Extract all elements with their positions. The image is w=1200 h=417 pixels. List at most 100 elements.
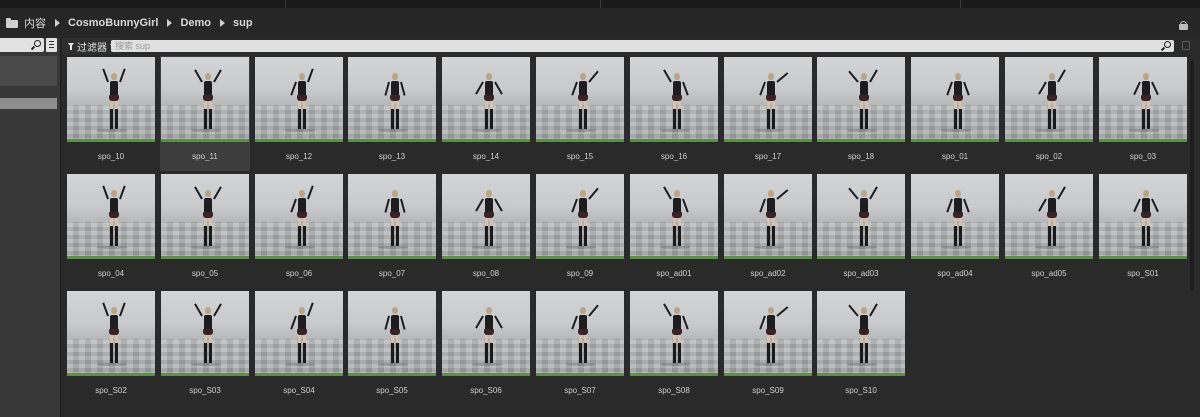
- scrollbar[interactable]: [1190, 56, 1194, 417]
- search-icon[interactable]: [1160, 41, 1171, 52]
- asset-tile[interactable]: spo_ad03: [816, 173, 906, 288]
- asset-thumbnail[interactable]: [630, 57, 718, 142]
- asset-tile[interactable]: spo_08: [441, 173, 531, 288]
- asset-tile[interactable]: spo_S08: [629, 290, 719, 405]
- breadcrumb-item-root[interactable]: 内容: [24, 15, 46, 31]
- asset-thumbnail[interactable]: [817, 174, 905, 259]
- asset-thumbnail[interactable]: [817, 57, 905, 142]
- save-search-icon[interactable]: [1182, 41, 1190, 50]
- asset-label: spo_16: [660, 152, 688, 161]
- asset-tile[interactable]: spo_16: [629, 56, 719, 171]
- asset-tile[interactable]: spo_15: [535, 56, 625, 171]
- asset-thumbnail[interactable]: [442, 291, 530, 376]
- character-figure: [759, 72, 789, 131]
- asset-thumbnail[interactable]: [536, 174, 624, 259]
- asset-thumbnail[interactable]: [911, 174, 999, 259]
- thumbnail-ground-line: [724, 256, 812, 259]
- asset-thumbnail[interactable]: [348, 291, 436, 376]
- breadcrumb-item-cosmobunnygirl[interactable]: CosmoBunnyGirl: [68, 17, 158, 29]
- asset-tile[interactable]: spo_01: [910, 56, 1000, 171]
- asset-label: spo_03: [1129, 152, 1157, 161]
- chevron-right-icon[interactable]: [220, 19, 226, 27]
- breadcrumb-item-demo[interactable]: Demo: [180, 17, 211, 29]
- scrollbar-thumb[interactable]: [1190, 60, 1194, 290]
- asset-thumbnail[interactable]: [1099, 57, 1187, 142]
- asset-thumbnail[interactable]: [724, 291, 812, 376]
- asset-thumbnail[interactable]: [630, 291, 718, 376]
- asset-tile[interactable]: spo_03: [1098, 56, 1188, 171]
- asset-tile[interactable]: spo_11: [160, 56, 250, 171]
- asset-thumbnail[interactable]: [442, 174, 530, 259]
- asset-search-input[interactable]: 搜索 sup: [111, 40, 1174, 52]
- asset-thumbnail[interactable]: [67, 174, 155, 259]
- asset-label: spo_04: [97, 269, 125, 278]
- asset-tile[interactable]: spo_ad02: [723, 173, 813, 288]
- asset-tile[interactable]: spo_13: [347, 56, 437, 171]
- asset-tile[interactable]: spo_10: [66, 56, 156, 171]
- asset-thumbnail[interactable]: [255, 57, 343, 142]
- asset-thumbnail[interactable]: [817, 291, 905, 376]
- asset-thumbnail[interactable]: [1005, 57, 1093, 142]
- asset-tile[interactable]: spo_07: [347, 173, 437, 288]
- asset-tile[interactable]: spo_05: [160, 173, 250, 288]
- asset-tile[interactable]: spo_ad01: [629, 173, 719, 288]
- folder-tree-item[interactable]: [0, 56, 57, 86]
- asset-thumbnail[interactable]: [536, 57, 624, 142]
- chevron-right-icon[interactable]: [55, 19, 60, 27]
- asset-thumbnail[interactable]: [348, 57, 436, 142]
- thumbnail-ground-line: [911, 139, 999, 142]
- thumbnail-ground-line: [67, 373, 155, 376]
- asset-thumbnail[interactable]: [255, 291, 343, 376]
- asset-thumbnail[interactable]: [161, 174, 249, 259]
- asset-thumbnail[interactable]: [724, 174, 812, 259]
- asset-thumbnail[interactable]: [255, 174, 343, 259]
- chevron-right-icon[interactable]: [167, 19, 173, 27]
- asset-tile[interactable]: spo_S10: [816, 290, 906, 405]
- asset-label: spo_10: [97, 152, 125, 161]
- asset-thumbnail[interactable]: [1099, 174, 1187, 259]
- asset-tile[interactable]: spo_04: [66, 173, 156, 288]
- asset-tile[interactable]: spo_12: [254, 56, 344, 171]
- asset-tile[interactable]: spo_14: [441, 56, 531, 171]
- thumbnail-ground-line: [1099, 139, 1187, 142]
- asset-tile[interactable]: spo_09: [535, 173, 625, 288]
- asset-tile[interactable]: spo_S02: [66, 290, 156, 405]
- asset-tile[interactable]: spo_17: [723, 56, 813, 171]
- asset-tile[interactable]: spo_S03: [160, 290, 250, 405]
- search-placeholder: 搜索 sup: [115, 41, 151, 51]
- character-figure: [194, 303, 222, 365]
- asset-label: spo_ad04: [937, 269, 973, 278]
- asset-thumbnail[interactable]: [161, 57, 249, 142]
- asset-thumbnail[interactable]: [348, 174, 436, 259]
- search-icon[interactable]: [30, 40, 41, 51]
- character-figure: [1133, 190, 1159, 248]
- asset-thumbnail[interactable]: [67, 291, 155, 376]
- asset-thumbnail[interactable]: [442, 57, 530, 142]
- asset-tile[interactable]: spo_S09: [723, 290, 813, 405]
- asset-thumbnail[interactable]: [911, 57, 999, 142]
- asset-tile[interactable]: spo_ad05: [1004, 173, 1094, 288]
- asset-thumbnail[interactable]: [67, 57, 155, 142]
- funnel-icon: [68, 42, 74, 50]
- asset-tile[interactable]: spo_ad04: [910, 173, 1000, 288]
- asset-tile[interactable]: spo_18: [816, 56, 906, 171]
- asset-thumbnail[interactable]: [724, 57, 812, 142]
- asset-tile[interactable]: spo_S05: [347, 290, 437, 405]
- asset-thumbnail[interactable]: [536, 291, 624, 376]
- asset-tile[interactable]: spo_S01: [1098, 173, 1188, 288]
- asset-tile[interactable]: spo_06: [254, 173, 344, 288]
- asset-tile[interactable]: spo_S06: [441, 290, 531, 405]
- asset-thumbnail[interactable]: [630, 174, 718, 259]
- lock-icon[interactable]: [1179, 21, 1188, 30]
- asset-thumbnail[interactable]: [161, 291, 249, 376]
- collections-header[interactable]: [0, 98, 57, 109]
- asset-tile[interactable]: spo_S04: [254, 290, 344, 405]
- asset-label: spo_09: [566, 269, 594, 278]
- breadcrumb-item-sup[interactable]: sup: [233, 17, 253, 29]
- asset-label: spo_ad01: [656, 269, 692, 278]
- asset-tile[interactable]: spo_S07: [535, 290, 625, 405]
- folder-icon[interactable]: [6, 18, 18, 28]
- view-options-icon[interactable]: [46, 38, 57, 52]
- asset-tile[interactable]: spo_02: [1004, 56, 1094, 171]
- asset-thumbnail[interactable]: [1005, 174, 1093, 259]
